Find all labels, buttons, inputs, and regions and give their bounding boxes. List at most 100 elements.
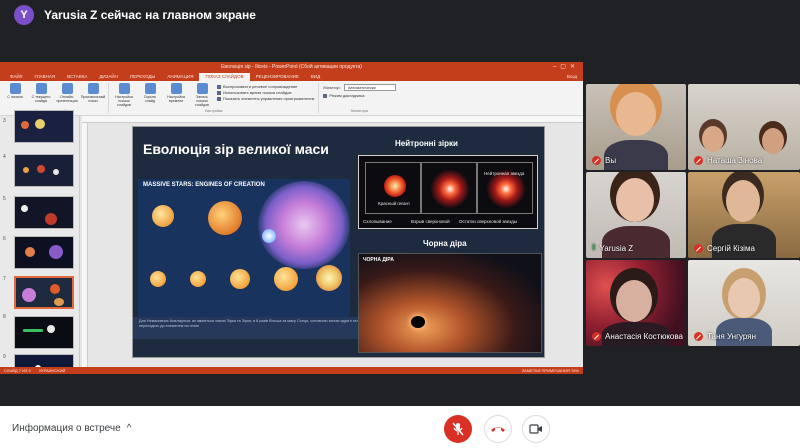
slide-thumbnail-selected[interactable] xyxy=(14,276,74,309)
mic-on-icon: ⦀ xyxy=(592,243,596,252)
window-controls[interactable]: –▢✕ xyxy=(553,63,579,70)
custom-show-icon xyxy=(87,83,99,94)
slide-canvas[interactable]: Еволюція зір великої маси MASSIVE STARS:… xyxy=(132,126,545,358)
thumb-number: 3 xyxy=(3,118,6,124)
star-image xyxy=(208,201,242,235)
monitor-label: Монитор: xyxy=(323,85,341,90)
star-stage-image xyxy=(274,267,298,291)
meeting-info-button[interactable]: Информация о встрече ^ xyxy=(12,423,131,434)
meeting-controls-bar: Информация о встрече ^ xyxy=(0,406,800,448)
from-beginning-button[interactable]: С начала xyxy=(4,83,26,103)
tab-review[interactable]: РЕЦЕНЗИРОВАНИЕ xyxy=(250,73,305,81)
tab-file[interactable]: ФАЙЛ xyxy=(4,73,29,81)
massive-stars-infographic: MASSIVE STARS: ENGINES OF CREATION xyxy=(138,179,350,317)
neutron-star-cell: Нейтронная звезда xyxy=(477,162,533,214)
timer-icon xyxy=(170,83,182,94)
supernova-cell xyxy=(421,162,477,214)
star-stage-image xyxy=(190,271,206,287)
thumb-number: 4 xyxy=(3,154,6,160)
thumb-number: 6 xyxy=(3,236,6,242)
presenter-bar: Y Yarusia Z сейчас на главном экране xyxy=(0,0,800,30)
online-icon xyxy=(61,83,73,94)
participant-face xyxy=(702,126,724,152)
tab-home[interactable]: ГЛАВНАЯ xyxy=(29,73,62,81)
participant-tile[interactable]: Сергій Кізіма xyxy=(688,172,800,258)
record-icon xyxy=(196,83,208,94)
phone-hangup-icon xyxy=(491,427,505,432)
slide-thumbnail[interactable] xyxy=(14,196,74,229)
presenter-view-checkbox[interactable]: Режим докладчика xyxy=(323,93,395,98)
pp-ribbon-tabs: ФАЙЛ ГЛАВНАЯ ВСТАВКА ДИЗАЙН ПЕРЕХОДЫ АНИ… xyxy=(0,72,583,81)
chevron-up-icon: ^ xyxy=(126,423,132,434)
mic-off-icon xyxy=(694,244,703,253)
meeting-info-label: Информация о встрече xyxy=(12,423,121,434)
black-hole-infographic: ЧОРНА ДІРА xyxy=(358,253,542,353)
mic-off-icon xyxy=(694,156,703,165)
tab-view[interactable]: ВИД xyxy=(305,73,326,81)
microphone-off-icon xyxy=(452,422,464,436)
participant-tile[interactable]: Анастасія Костюкова xyxy=(586,260,686,346)
checkbox-mark xyxy=(217,90,221,95)
tab-slideshow[interactable]: ПОКАЗ СЛАЙДОВ xyxy=(199,73,250,81)
thumb-number: 9 xyxy=(3,354,6,360)
participant-face xyxy=(762,128,784,154)
tab-animation[interactable]: АНИМАЦИЯ xyxy=(161,73,199,81)
slide-thumbnail[interactable] xyxy=(14,236,74,269)
slide-counter: СЛАЙД 7 ИЗ 9 xyxy=(4,368,31,373)
star-stage-image xyxy=(150,271,166,287)
ribbon-group-label: Мониторы xyxy=(350,109,369,113)
record-show-button[interactable]: Запись показа слайдов xyxy=(191,83,213,107)
participant-tile[interactable]: ⦀ Yarusia Z xyxy=(586,172,686,258)
mic-off-icon xyxy=(694,332,703,341)
slide-thumbnails: 3 4 5 6 7 8 9 xyxy=(0,110,80,374)
setup-show-button[interactable]: Настройка показа слайдов xyxy=(113,83,135,107)
monitor-select[interactable]: Автоматически xyxy=(343,84,396,91)
black-hole-image xyxy=(411,316,425,328)
checkbox-mark xyxy=(323,93,328,98)
play-current-icon xyxy=(35,83,47,94)
participant-body xyxy=(604,140,668,170)
online-present-button[interactable]: Онлайн-презентация xyxy=(56,83,78,103)
participant-face xyxy=(616,178,654,222)
custom-show-button[interactable]: Произвольный показ xyxy=(81,83,105,103)
media-controls-checkbox[interactable]: Показать элементы управления проигрывате… xyxy=(217,96,314,101)
supernova-image xyxy=(430,169,470,209)
tab-design[interactable]: ДИЗАЙН xyxy=(93,73,124,81)
shared-screen: Еволюція зір - Iliceis - PowerPoint (Сбо… xyxy=(0,62,583,374)
meet-window: Y Yarusia Z сейчас на главном экране Ево… xyxy=(0,0,800,448)
thumb-number: 7 xyxy=(3,276,6,282)
tab-transitions[interactable]: ПЕРЕХОДЫ xyxy=(124,73,162,81)
remnants-label: Остатки сверхновой звезды xyxy=(459,219,517,224)
use-timings-checkbox[interactable]: Использовать время показа слайдов xyxy=(217,90,314,95)
checkbox-mark xyxy=(217,96,221,101)
presenter-title: Yarusia Z сейчас на главном экране xyxy=(44,8,256,22)
participant-tile[interactable]: Таня Унгурян xyxy=(688,260,800,346)
ribbon-group-monitors: Монитор: Автоматически Режим докладчика … xyxy=(323,83,399,113)
camera-toggle-button[interactable] xyxy=(522,415,550,443)
monitor-select-row: Монитор: Автоматически xyxy=(323,84,396,91)
slide-thumbnail[interactable] xyxy=(14,154,74,187)
narration-checkbox[interactable]: Воспроизвести речевое сопровождение xyxy=(217,84,314,89)
slide-thumbnail[interactable] xyxy=(14,110,74,143)
view-controls[interactable]: ЗАМЕТКИ ПРИМЕЧАНИЯ 76% xyxy=(522,368,579,373)
hide-slide-button[interactable]: Скрыть слайд xyxy=(139,83,161,107)
slide-thumbnail[interactable] xyxy=(14,316,74,349)
collapse-label: Схлопывание xyxy=(363,219,392,224)
supernova-label: Взрыв сверхновой xyxy=(411,219,450,224)
login-link[interactable]: Вход xyxy=(567,73,583,81)
participant-face xyxy=(726,180,760,222)
from-current-button[interactable]: С текущего слайда xyxy=(30,83,52,103)
mic-toggle-button[interactable] xyxy=(444,415,472,443)
tab-insert[interactable]: ВСТАВКА xyxy=(61,73,93,81)
participant-tile[interactable]: Наташа Зінова xyxy=(688,84,800,170)
rehearse-timings-button[interactable]: Настройка времени xyxy=(165,83,187,107)
star-stage-image xyxy=(230,269,250,289)
participant-face xyxy=(728,278,760,318)
red-giant-image xyxy=(384,175,406,197)
slide-title: Еволюція зір великої маси xyxy=(143,141,329,157)
star-image xyxy=(262,229,276,243)
pp-window-title: Еволюція зір - Iliceis - PowerPoint (Сбо… xyxy=(221,64,362,70)
pp-titlebar: Еволюція зір - Iliceis - PowerPoint (Сбо… xyxy=(0,62,583,72)
hang-up-button[interactable] xyxy=(484,415,512,443)
participant-tile[interactable]: Вы xyxy=(586,84,686,170)
